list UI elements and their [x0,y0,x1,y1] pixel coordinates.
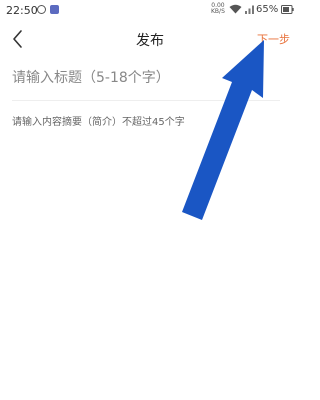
network-speed-unit: KB/S [211,8,225,15]
status-bar: 22:50 0.00 KB/S 65% [0,0,300,22]
summary-input[interactable] [12,113,288,131]
signal-icon [245,5,254,14]
title-input[interactable] [12,66,280,90]
title-divider [12,100,280,101]
header: 发布 下一步 [0,24,300,54]
wifi-icon [229,4,242,14]
chevron-left-icon [13,30,22,48]
annotation-arrow [182,40,264,220]
battery-icon [281,5,294,14]
battery-percent: 65% [256,4,279,15]
network-speed: 0.00 KB/S [211,3,225,15]
next-step-button[interactable]: 下一步 [257,31,290,47]
page-title: 发布 [136,33,164,49]
back-button[interactable] [10,29,26,49]
notification-icon [37,5,46,14]
app-notification-icon [50,5,59,14]
status-time: 22:50 [6,4,38,17]
